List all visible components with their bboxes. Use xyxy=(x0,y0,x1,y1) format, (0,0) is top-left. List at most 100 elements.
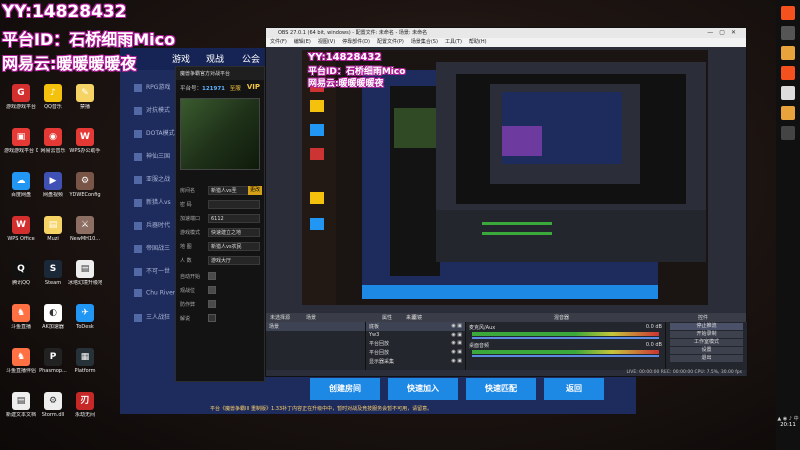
eye-icon[interactable]: ◉ ▣ xyxy=(451,358,462,364)
desktop-shortcut[interactable]: S Steam xyxy=(36,260,70,286)
game-mode-item[interactable]: 亚服之战 xyxy=(134,174,170,184)
taskbar-app-icon[interactable] xyxy=(781,106,795,120)
control-button[interactable]: 工作室模式 xyxy=(670,339,743,346)
eye-icon[interactable]: ◉ ▣ xyxy=(451,323,462,329)
back-button[interactable]: 返回 xyxy=(544,378,604,400)
quick-join-button[interactable]: 快速加入 xyxy=(388,378,458,400)
taskbar-app-icon[interactable] xyxy=(781,46,795,60)
desktop-shortcut[interactable]: ☁ 百度网盘 xyxy=(4,172,38,198)
source-item[interactable]: Yw3 ◉ ▣ xyxy=(366,331,465,339)
desktop-shortcut[interactable]: ◉ 网易云音乐 xyxy=(36,128,70,154)
desktop-shortcut[interactable]: P Phasmop... xyxy=(36,348,70,374)
room-field-input[interactable]: 快速建立之地 xyxy=(208,228,260,237)
menu-item[interactable]: 场景集合(S) xyxy=(411,39,438,45)
game-mode-item[interactable]: 帝国战三 xyxy=(134,243,170,253)
menu-item[interactable]: 文件(F) xyxy=(270,39,287,45)
control-button[interactable]: 退出 xyxy=(670,355,743,362)
desktop-shortcut[interactable]: ▤ 新建文本文档 xyxy=(4,392,38,418)
eye-icon[interactable]: ◉ ▣ xyxy=(451,332,462,338)
room-field-input[interactable]: 6112 xyxy=(208,214,260,223)
menu-item[interactable]: 配置文件(P) xyxy=(377,39,404,45)
taskbar-app-icon[interactable] xyxy=(781,6,795,20)
game-mode-item[interactable]: DOTA模式 xyxy=(134,128,175,138)
steam-icon: S xyxy=(44,260,62,278)
game-mode-item[interactable]: 兵器时代 xyxy=(134,220,170,230)
menu-item[interactable]: 帮助(H) xyxy=(469,39,487,45)
source-item[interactable]: 平台回放 ◉ ▣ xyxy=(366,348,465,357)
volume-slider[interactable] xyxy=(472,355,659,357)
desktop-shortcut[interactable]: ♞ 斗鱼直播伴侣 xyxy=(4,348,38,374)
clock-time[interactable]: 20:11 xyxy=(776,422,800,428)
window-controls[interactable]: —▢✕ xyxy=(707,28,742,38)
room-option-checkbox[interactable] xyxy=(208,286,216,294)
game-mode-item[interactable]: 神仙三国 xyxy=(134,151,170,161)
desktop-shortcut[interactable]: ♪ QQ音乐 xyxy=(36,84,70,110)
room-field-input[interactable]: 新猎人vs农民 xyxy=(208,242,260,251)
desktop-shortcut[interactable]: Q 腾讯QQ xyxy=(4,260,38,286)
game-mode-item[interactable]: Chu River xyxy=(134,289,175,297)
map-preview-image xyxy=(180,98,260,170)
game-mode-item[interactable]: 不可一世 xyxy=(134,266,170,276)
source-name: 显示器采集 xyxy=(369,359,395,365)
desktop-shortcut[interactable]: ▤ 冰塔幻境升级地图脚本 xyxy=(68,260,102,286)
create-room-button[interactable]: 创建房间 xyxy=(310,378,380,400)
game-mode-item[interactable]: 三人战狂 xyxy=(134,312,170,322)
properties-button[interactable]: 属性 xyxy=(382,314,392,321)
desktop-shortcut[interactable]: G 游戏游戏平台 xyxy=(4,84,38,110)
source-item[interactable]: 底板 ◉ ▣ xyxy=(366,322,465,331)
desktop-shortcut[interactable]: ⚔ NewMH10... xyxy=(68,216,102,242)
desktop-shortcut[interactable]: W WPS办公助手 xyxy=(68,128,102,154)
room-option-checkbox[interactable] xyxy=(208,272,216,280)
desktop-shortcut-label: 腾讯QQ xyxy=(12,280,30,286)
desktop-shortcut[interactable]: 刃 永劫无间 xyxy=(68,392,102,418)
menu-item[interactable]: 工具(T) xyxy=(445,39,462,45)
file-icon: ▣ xyxy=(12,128,30,146)
menu-item[interactable]: 视图(V) xyxy=(318,39,335,45)
taskbar-app-icon[interactable] xyxy=(781,86,795,100)
desktop-shortcut[interactable]: ▣ 游戏游戏平台 0.7.59 xyxy=(4,128,38,154)
control-button[interactable]: 停止推流 xyxy=(670,323,743,330)
volume-slider[interactable] xyxy=(472,337,659,339)
scene-item[interactable]: 场景 xyxy=(266,322,365,331)
control-button[interactable]: 开始录制 xyxy=(670,331,743,338)
source-item[interactable]: 平台回放 ◉ ▣ xyxy=(366,339,465,348)
desktop-shortcut[interactable]: ⚙ Storm.dll xyxy=(36,392,70,418)
desktop-shortcut-label: 永劫无间 xyxy=(74,412,95,418)
taskbar-app-icon[interactable] xyxy=(781,126,795,140)
room-option-label: 观战位 xyxy=(180,288,196,294)
tab-games[interactable]: 游戏 xyxy=(172,52,190,65)
desktop-shortcut[interactable]: W WPS Office xyxy=(4,216,38,242)
control-button[interactable]: 设置 xyxy=(670,347,743,354)
desktop-shortcut[interactable]: ▶ 网盘视频 xyxy=(36,172,70,198)
eye-icon[interactable]: ◉ ▣ xyxy=(451,340,462,346)
system-tray[interactable]: ▲ ◉ ♪ 中 xyxy=(776,415,800,422)
source-item[interactable]: 显示器采集 ◉ ▣ xyxy=(366,357,465,366)
desktop-shortcut[interactable]: ▤ Muzi xyxy=(36,216,70,242)
obs-preview[interactable]: YY:14828432 平台ID：石桥细雨Mico 网易云:暖暖暖暖夜 xyxy=(302,50,708,305)
game-mode-item[interactable]: 对抗模式 xyxy=(134,105,170,115)
desktop-shortcut[interactable]: ♞ 斗鱼直播 xyxy=(4,304,38,330)
change-button[interactable]: 更改 xyxy=(248,186,263,195)
menu-item[interactable]: 停靠部件(D) xyxy=(342,39,370,45)
desktop-shortcut[interactable]: ◐ AK加速器 xyxy=(36,304,70,330)
menu-item[interactable]: 编辑(E) xyxy=(294,39,311,45)
room-field-input[interactable] xyxy=(208,200,260,209)
taskbar-app-icon[interactable] xyxy=(781,26,795,40)
tab-spectate[interactable]: 观战 xyxy=(206,52,224,65)
desktop-shortcut-label: Phasmop... xyxy=(39,368,67,374)
room-field-input[interactable]: 游戏大厅 xyxy=(208,256,260,265)
desktop-shortcut[interactable]: ▦ Platform xyxy=(68,348,102,374)
room-field-label: 房间名 xyxy=(180,188,196,194)
desktop-shortcut[interactable]: ⚙ YDWEConfig xyxy=(68,172,102,198)
eye-icon[interactable]: ◉ ▣ xyxy=(451,349,462,355)
desktop-shortcut-label: WPS办公助手 xyxy=(69,148,101,154)
taskbar-app-icon[interactable] xyxy=(781,66,795,80)
room-option-checkbox[interactable] xyxy=(208,300,216,308)
desktop-shortcut[interactable]: ✈ ToDesk xyxy=(68,304,102,330)
room-option-checkbox[interactable] xyxy=(208,314,216,322)
game-mode-item[interactable]: RPG游戏 xyxy=(134,82,170,92)
quick-match-button[interactable]: 快速匹配 xyxy=(466,378,536,400)
desktop-shortcut[interactable]: ✎ 禁播 xyxy=(68,84,102,110)
tab-guild[interactable]: 公会 xyxy=(242,52,260,65)
game-mode-item[interactable]: 新猎人vs xyxy=(134,197,171,207)
